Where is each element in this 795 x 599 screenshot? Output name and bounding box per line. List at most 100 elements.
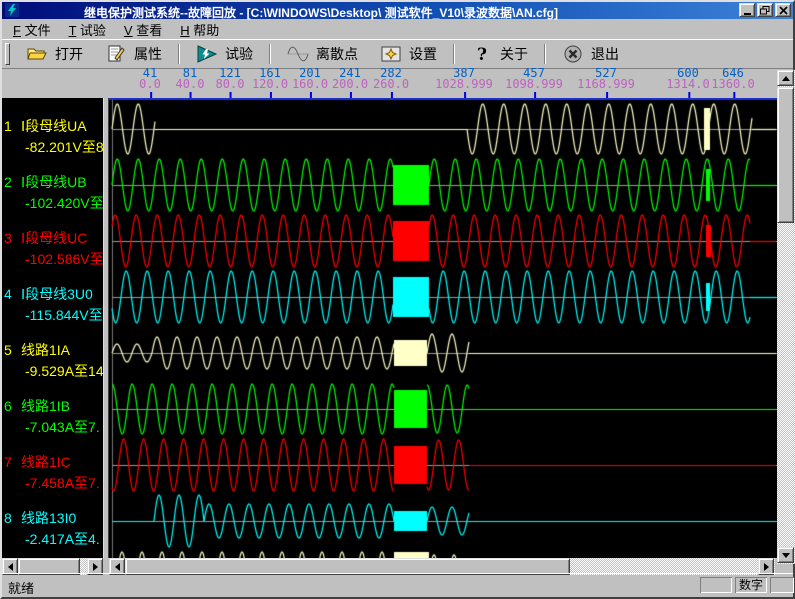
toolbar-button-test[interactable]: 试验 bbox=[185, 42, 264, 66]
ruler-time-value: 160.0 bbox=[292, 79, 328, 90]
ruler-mark: 6001314.0 bbox=[666, 68, 709, 90]
channel-range: -82.201V至8 bbox=[2, 137, 103, 158]
channel-number: 1 bbox=[2, 116, 21, 137]
channel-name: Ⅰ段母线3U0 bbox=[21, 286, 93, 302]
toolbar: 打开 属性 试验 离散点 设置 ?关于 退出 bbox=[2, 39, 793, 69]
question-mark-icon: ? bbox=[471, 45, 493, 63]
ruler-time-value: 1314.0 bbox=[666, 79, 709, 90]
ruler-mark: 3871028.999 bbox=[435, 68, 493, 90]
channel-label-1[interactable]: 1Ⅰ段母线UA-82.201V至8 bbox=[2, 116, 103, 158]
status-panel-blank-0 bbox=[700, 577, 732, 593]
ruler-mark: 201160.0 bbox=[292, 68, 328, 90]
arrow-right-icon bbox=[764, 563, 769, 571]
minimize-icon bbox=[744, 13, 751, 15]
channel-name: 线路13I0 bbox=[21, 510, 76, 526]
ruler-time-value: 1098.999 bbox=[505, 79, 563, 90]
menu-item-help[interactable]: H 帮助 bbox=[171, 19, 228, 40]
channel-number: 3 bbox=[2, 228, 21, 249]
channel-range: -2.417A至4. bbox=[2, 529, 103, 550]
frame-star-icon bbox=[380, 45, 402, 63]
channel-number: 5 bbox=[2, 340, 21, 361]
channel-label-5[interactable]: 5线路1IA -9.529A至14 bbox=[2, 340, 103, 382]
channel-name-line: 4Ⅰ段母线3U0 bbox=[2, 284, 103, 305]
lightning-pennant-icon bbox=[196, 45, 218, 63]
channel-label-8[interactable]: 8线路13I0-2.417A至4. bbox=[2, 508, 103, 550]
channel-label-4[interactable]: 4Ⅰ段母线3U0-115.844V至 bbox=[2, 284, 103, 326]
menu-item-file[interactable]: F 文件 bbox=[4, 19, 60, 40]
channel-range: -9.529A至14 bbox=[2, 361, 103, 382]
toolbar-button-label: 属性 bbox=[134, 44, 162, 64]
ruler-mark: 282260.0 bbox=[373, 68, 409, 90]
status-text: 就绪 bbox=[8, 578, 34, 597]
channel-name-line: 8线路13I0 bbox=[2, 508, 103, 529]
channel-name: 线路1IB bbox=[21, 398, 70, 414]
ruler-time-value: 1168.999 bbox=[577, 79, 635, 90]
toolbar-button-exit[interactable]: 退出 bbox=[551, 42, 630, 66]
arrow-right-icon bbox=[93, 563, 98, 571]
toolbar-button-label: 打开 bbox=[55, 44, 83, 64]
scroll-up-button[interactable] bbox=[777, 70, 794, 86]
toolbar-separator bbox=[269, 44, 271, 64]
ruler-mark: 8140.0 bbox=[176, 68, 205, 90]
channel-range: -7.458A至7. bbox=[2, 473, 103, 494]
toolbar-grip[interactable] bbox=[5, 43, 10, 65]
channel-label-6[interactable]: 6线路1IB-7.043A至7. bbox=[2, 396, 103, 438]
minimize-button[interactable] bbox=[739, 3, 755, 17]
menu-item-view[interactable]: V 查看 bbox=[115, 19, 171, 40]
channel-label-7[interactable]: 7线路1IC-7.458A至7. bbox=[2, 452, 103, 494]
ruler-time-value: 1028.999 bbox=[435, 79, 493, 90]
channel-number: 2 bbox=[2, 172, 21, 193]
toolbar-button-settings[interactable]: 设置 bbox=[369, 42, 448, 66]
ruler-time-value: 40.0 bbox=[176, 79, 205, 90]
svg-text:?: ? bbox=[477, 45, 487, 63]
restore-button[interactable] bbox=[757, 3, 773, 17]
channel-name-line: 1Ⅰ段母线UA bbox=[2, 116, 103, 137]
scroll-down-button[interactable] bbox=[777, 547, 794, 563]
ruler-mark: 6461360.0 bbox=[711, 68, 754, 90]
document-pen-icon bbox=[105, 45, 127, 63]
ruler-time-value: 200.0 bbox=[332, 79, 368, 90]
close-button[interactable] bbox=[775, 3, 791, 17]
channel-label-pane: 1Ⅰ段母线UA-82.201V至82Ⅰ段母线UB-102.420V至3Ⅰ段母线U… bbox=[2, 98, 103, 558]
toolbar-button-discrete-points[interactable]: 离散点 bbox=[276, 42, 369, 66]
channel-name: 线路1IA bbox=[21, 342, 70, 358]
channel-range: -115.844V至 bbox=[2, 305, 103, 326]
restore-icon bbox=[760, 6, 770, 15]
channel-number: 4 bbox=[2, 284, 21, 305]
channel-name-line: 6线路1IB bbox=[2, 396, 103, 417]
toolbar-separator bbox=[453, 44, 455, 64]
vertical-scroll-thumb[interactable] bbox=[777, 87, 794, 223]
ruler-mark: 4571098.999 bbox=[505, 68, 563, 90]
channel-number: 7 bbox=[2, 452, 21, 473]
ruler-time-value: 80.0 bbox=[216, 79, 245, 90]
ruler-mark: 410.0 bbox=[139, 68, 161, 90]
toolbar-button-properties[interactable]: 属性 bbox=[94, 42, 173, 66]
menu-item-test[interactable]: T 试验 bbox=[60, 19, 115, 40]
vertical-scrollbar[interactable] bbox=[777, 70, 795, 564]
toolbar-button-label: 退出 bbox=[591, 44, 619, 64]
time-ruler: 410.08140.012180.0161120.0201160.0241200… bbox=[2, 68, 777, 98]
toolbar-button-open[interactable]: 打开 bbox=[15, 42, 94, 66]
ruler-time-value: 120.0 bbox=[252, 79, 288, 90]
arrow-left-icon bbox=[8, 563, 13, 571]
toolbar-button-about[interactable]: ?关于 bbox=[460, 42, 539, 66]
channel-label-3[interactable]: 3Ⅰ段母线UC-102.586V至 bbox=[2, 228, 103, 270]
arrow-up-icon bbox=[782, 76, 790, 81]
channel-name-line: 7线路1IC bbox=[2, 452, 103, 473]
arrow-left-icon bbox=[115, 563, 120, 571]
channel-name: Ⅰ段母线UA bbox=[21, 118, 87, 134]
waveform-canvas[interactable] bbox=[109, 98, 779, 558]
menu-bar: F 文件T 试验V 查看H 帮助 bbox=[2, 19, 793, 39]
toolbar-button-label: 试验 bbox=[225, 44, 253, 64]
close-icon bbox=[779, 6, 788, 15]
status-bar: 就绪 数字 bbox=[2, 573, 793, 597]
toolbar-separator bbox=[544, 44, 546, 64]
toolbar-button-label: 设置 bbox=[409, 44, 437, 64]
channel-range: -102.586V至 bbox=[2, 249, 103, 270]
channel-name: Ⅰ段母线UC bbox=[21, 230, 87, 246]
sine-wave-icon bbox=[287, 45, 309, 63]
channel-name-line: 3Ⅰ段母线UC bbox=[2, 228, 103, 249]
ruler-mark: 5271168.999 bbox=[577, 68, 635, 90]
channel-label-2[interactable]: 2Ⅰ段母线UB-102.420V至 bbox=[2, 172, 103, 214]
channel-name-line: 2Ⅰ段母线UB bbox=[2, 172, 103, 193]
